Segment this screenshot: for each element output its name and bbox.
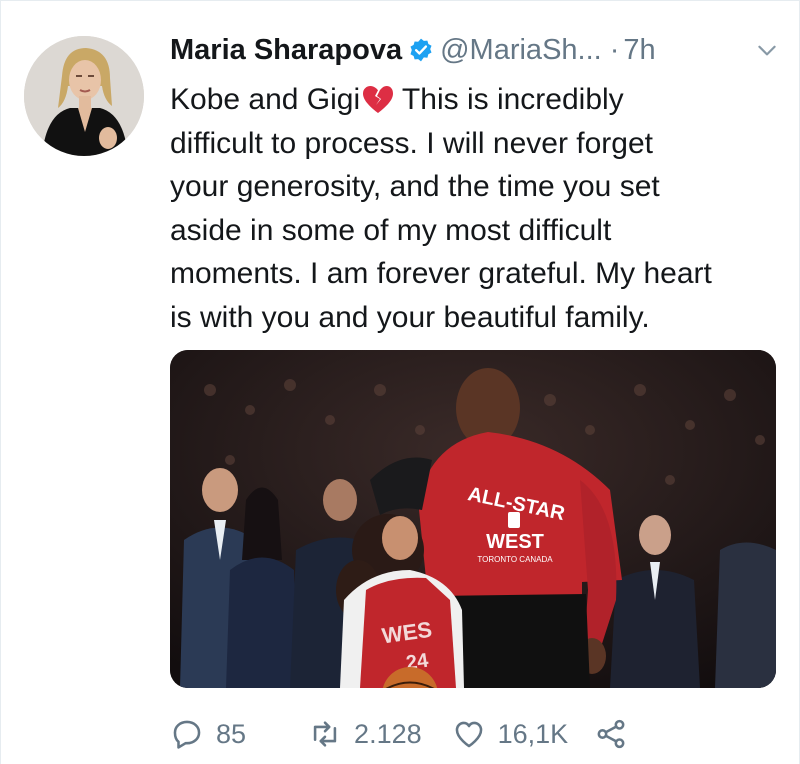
top-divider xyxy=(0,0,800,1)
reply-icon xyxy=(173,720,201,749)
tweet-text-segment: Kobe and Gigi xyxy=(170,83,361,116)
tweet-header: Maria Sharapova @MariaSh... · 7h xyxy=(170,30,780,70)
nba-logo-icon xyxy=(508,512,520,528)
tweet-text-line-2: difficult to process. I will never forge… xyxy=(170,126,653,160)
author-handle[interactable]: @MariaSh... xyxy=(440,34,602,67)
photo-scene: ALL-STAR WEST TORONTO CANADA WES 24 xyxy=(170,350,776,688)
timestamp-separator: · xyxy=(609,33,620,66)
broken-heart-icon xyxy=(362,84,394,114)
chevron-down-icon[interactable] xyxy=(754,37,780,63)
reply-button[interactable]: 85 xyxy=(170,717,246,751)
verified-badge-icon xyxy=(408,37,434,63)
share-icon xyxy=(597,719,625,749)
tweet-actions: 85 2.128 16,1K xyxy=(170,712,780,756)
retweet-icon xyxy=(313,721,337,747)
avatar[interactable] xyxy=(24,36,144,156)
reply-count: 85 xyxy=(216,718,247,749)
like-button[interactable]: 16,1K xyxy=(452,717,569,751)
author-name[interactable]: Maria Sharapova xyxy=(170,34,402,67)
retweet-count: 2.128 xyxy=(354,718,422,749)
left-border xyxy=(0,0,1,764)
tweet-text-line-1: Kobe and Gigi This is incredibly xyxy=(170,78,775,122)
share-button[interactable] xyxy=(594,717,628,751)
adult-shirt-line2: WEST xyxy=(486,531,544,553)
tweet-text-segment: This is incredibly xyxy=(394,83,624,116)
tweet-text-line-6: is with you and your beautiful family. xyxy=(170,300,650,334)
like-count: 16,1K xyxy=(497,718,569,749)
tweet-media-photo[interactable]: ALL-STAR WEST TORONTO CANADA WES 24 xyxy=(170,350,776,688)
tweet-text-line-5: moments. I am forever grateful. My heart xyxy=(170,257,712,290)
tweet-text: Kobe and Gigi This is incredibly difficu… xyxy=(170,78,775,339)
timestamp[interactable]: 7h xyxy=(623,34,655,67)
retweet-button[interactable]: 2.128 xyxy=(308,717,422,751)
tweet-text-line-3: your generosity, and the time you set xyxy=(170,170,660,203)
like-icon xyxy=(455,721,482,748)
tweet-text-line-4: aside in some of my most difficult xyxy=(170,213,612,247)
avatar-photo xyxy=(24,36,144,156)
adult-shirt-line3: TORONTO CANADA xyxy=(477,555,553,564)
